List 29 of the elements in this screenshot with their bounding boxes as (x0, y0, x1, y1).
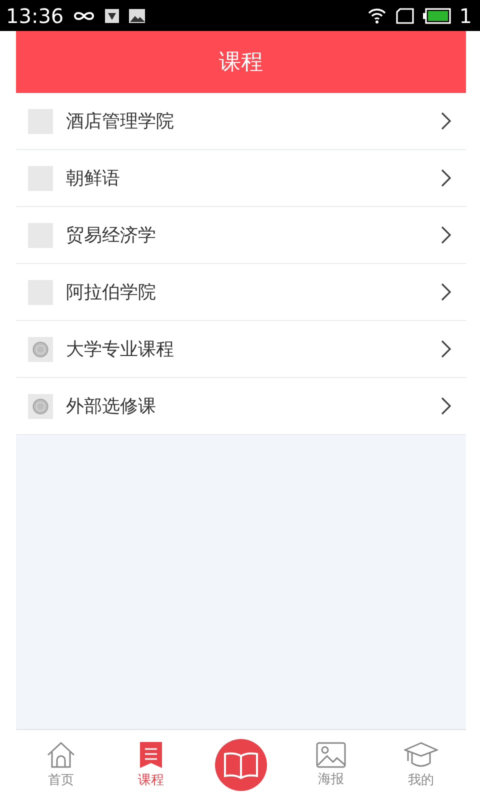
sim-icon (395, 8, 416, 24)
chevron-right-icon (440, 282, 452, 302)
battery-level-text: 1 (459, 4, 472, 28)
chevron-right-icon (440, 168, 452, 188)
shield-icon (104, 8, 120, 24)
home-icon (46, 741, 76, 769)
tab-item[interactable]: 首页 (16, 741, 106, 789)
status-time: 13:36 (6, 4, 64, 28)
graduation-cap-icon (404, 741, 438, 769)
tab-item[interactable]: 课程 (106, 741, 196, 789)
chevron-right-icon (440, 396, 452, 416)
image-icon (128, 8, 146, 24)
tab-item[interactable]: 我的 (376, 741, 466, 789)
course-name: 阿拉伯学院 (66, 281, 157, 304)
course-name: 贸易经济学 (66, 224, 157, 247)
course-name: 酒店管理学院 (66, 110, 175, 133)
book-icon (215, 739, 267, 791)
list-icon (139, 741, 163, 769)
chevron-right-icon (440, 225, 452, 245)
course-name: 朝鲜语 (66, 167, 121, 190)
chevron-right-icon (440, 339, 452, 359)
page-title: 课程 (219, 49, 263, 77)
tab-item[interactable]: 海报 (286, 742, 376, 788)
picture-icon (316, 742, 346, 768)
chevron-right-icon (440, 111, 452, 131)
course-name: 外部选修课 (66, 395, 157, 418)
course-name: 大学专业课程 (66, 338, 175, 361)
wifi-icon (367, 8, 388, 24)
battery-icon (423, 8, 452, 24)
